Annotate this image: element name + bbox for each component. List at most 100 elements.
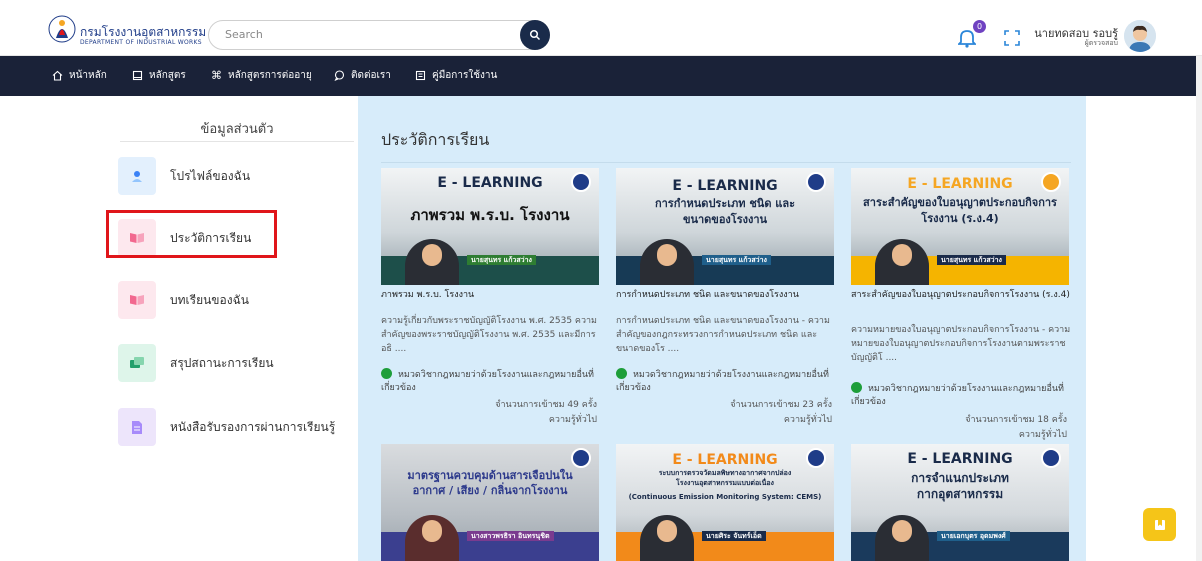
instructor-name: นายสุนทร แก้วสว่าง (467, 255, 536, 265)
banner-title: การจำแนกประเภทกากอุตสาหกรรม (911, 471, 1009, 501)
sidebar-item-label: บทเรียนของฉัน (170, 292, 249, 307)
course-thumbnail[interactable]: E - LEARNING ระบบการตรวจวัดมลพิษทางอากาศ… (616, 444, 834, 561)
main-nav: หน้าหลัก หลักสูตร ⌘ หลักสูตรการต่ออายุ ต… (0, 56, 1198, 96)
instructor-photo (875, 515, 929, 561)
course-thumbnail[interactable]: E - LEARNING ภาพรวม พ.ร.บ. โรงงาน นายสุน… (381, 168, 599, 285)
nav-item-label: หน้าหลัก (69, 70, 107, 81)
sidebar-heading: ข้อมูลส่วนตัว (200, 122, 274, 137)
book-open-icon (118, 281, 156, 319)
brand-name-english: DEPARTMENT OF INDUSTRIAL WORKS (80, 39, 202, 46)
profile-icon (118, 157, 156, 195)
instructor-photo (640, 515, 694, 561)
page-title: ประวัติการเรียน (381, 130, 490, 149)
nav-item-home[interactable]: หน้าหลัก (52, 68, 107, 83)
dept-seal-icon (806, 448, 826, 468)
e-learning-label: E - LEARNING (907, 451, 1013, 467)
course-thumbnail[interactable]: E - LEARNING สาระสำคัญของใบอนุญาตประกอบก… (851, 168, 1069, 285)
highlight-box (106, 210, 277, 258)
course-description: ความรู้เกี่ยวกับพระราชบัญญัติโรงงาน พ.ศ.… (381, 316, 597, 354)
course-thumbnail[interactable]: E - LEARNING การจำแนกประเภทกากอุตสาหกรรม… (851, 444, 1069, 561)
nav-item-contact[interactable]: ติดต่อเรา (334, 68, 391, 83)
e-learning-label: E - LEARNING (907, 176, 1013, 192)
course-level: ความรู้ทั่วไป (783, 415, 832, 425)
avatar[interactable] (1124, 20, 1156, 52)
book-icon (132, 70, 143, 81)
user-role: ผู้ตรวจสอบ (1084, 39, 1118, 47)
course-views: จำนวนการเข้าชม 18 ครั้ง (965, 415, 1067, 425)
document-icon (118, 408, 156, 446)
search-button[interactable] (520, 20, 550, 50)
nav-item-renewal-courses[interactable]: ⌘ หลักสูตรการต่ออายุ (211, 68, 312, 83)
search-box[interactable]: Search (208, 20, 550, 50)
page-scrollbar[interactable] (1196, 56, 1202, 561)
bookmark-icon (1154, 519, 1165, 530)
nav-item-label: หลักสูตร (149, 70, 186, 81)
search-icon (529, 29, 541, 41)
category-dot-icon (851, 382, 862, 393)
nav-item-manual[interactable]: คู่มือการใช้งาน (415, 68, 497, 83)
course-thumbnail[interactable]: มาตรฐานควบคุมด้านสารเจือปนในอากาศ / เสีย… (381, 444, 599, 561)
course-views: จำนวนการเข้าชม 49 ครั้ง (495, 400, 597, 410)
instructor-photo (405, 515, 459, 561)
nav-item-label: คู่มือการใช้งาน (432, 70, 498, 81)
home-icon (52, 70, 63, 81)
chat-icon (118, 344, 156, 382)
bell-icon[interactable] (958, 28, 976, 48)
course-description: ความหมายของใบอนุญาตประกอบกิจการโรงงาน - … (851, 325, 1071, 363)
nav-item-courses[interactable]: หลักสูตร (132, 68, 186, 83)
manual-icon (415, 70, 426, 81)
banner-title: ภาพรวม พ.ร.บ. โรงงาน (410, 206, 570, 224)
course-category: หมวดวิชากฎหมายว่าด้วยโรงงานและกฎหมายอื่น… (381, 368, 594, 393)
course-thumbnail[interactable]: E - LEARNING การกำหนดประเภท ชนิด และขนาด… (616, 168, 834, 285)
search-input[interactable]: Search (225, 28, 263, 41)
category-dot-icon (381, 368, 392, 379)
course-level: ความรู้ทั่วไป (1018, 430, 1067, 440)
banner-title: สาระสำคัญของใบอนุญาตประกอบกิจการโรงงาน (… (863, 196, 1057, 225)
sidebar-item-profile[interactable]: โปรไฟล์ของฉัน (118, 154, 358, 198)
sidebar-divider (120, 141, 354, 142)
e-learning-label: E - LEARNING (672, 178, 778, 194)
course-title[interactable]: สาระสำคัญของใบอนุญาตประกอบกิจการโรงงาน (… (851, 288, 1073, 302)
sidebar-item-label: สรุปสถานะการเรียน (170, 355, 274, 370)
instructor-photo (640, 239, 694, 285)
notification-badge: 0 (973, 20, 986, 33)
chat-icon (334, 70, 345, 81)
dept-logo-icon[interactable] (48, 14, 76, 44)
banner-title: มาตรฐานควบคุมด้านสารเจือปนในอากาศ / เสีย… (407, 469, 573, 497)
dept-seal-icon (571, 172, 591, 192)
sidebar-item-learning-summary[interactable]: สรุปสถานะการเรียน (118, 341, 358, 385)
user-avatar-icon (1124, 20, 1156, 52)
sidebar-item-my-lessons[interactable]: บทเรียนของฉัน (118, 278, 358, 322)
nav-item-label: ติดต่อเรา (351, 70, 391, 81)
course-description: การกำหนดประเภท ชนิด และขนาดของโรงงาน - ค… (616, 316, 830, 354)
sidebar-item-label: โปรไฟล์ของฉัน (170, 168, 251, 183)
dept-seal-icon (571, 448, 591, 468)
e-learning-label: E - LEARNING (437, 175, 543, 191)
course-title[interactable]: ภาพรวม พ.ร.บ. โรงงาน (381, 288, 603, 302)
sidebar-item-certificate[interactable]: หนังสือรับรองการผ่านการเรียนรู้ (118, 405, 358, 449)
dept-seal-icon (1041, 172, 1061, 192)
dept-seal-icon (806, 172, 826, 192)
nav-item-label: หลักสูตรการต่ออายุ (228, 70, 312, 81)
instructor-name: นายศิระ จันทร์เอ็ด (702, 531, 766, 541)
banner-title: การกำหนดประเภท ชนิด และขนาดของโรงงาน (654, 197, 796, 226)
banner-title: ระบบการตรวจวัดมลพิษทางอากาศจากปล่องโรงงา… (658, 469, 792, 487)
dept-seal-icon (1041, 448, 1061, 468)
sidebar-item-label: หนังสือรับรองการผ่านการเรียนรู้ (170, 419, 336, 434)
e-learning-label: E - LEARNING (672, 452, 778, 468)
course-level: ความรู้ทั่วไป (548, 415, 597, 425)
instructor-name: นายสุนทร แก้วสว่าง (702, 255, 771, 265)
fullscreen-icon[interactable] (1004, 30, 1020, 46)
floating-action-button[interactable] (1143, 508, 1176, 541)
top-bar: กรมโรงงานอุตสาหกรรม DEPARTMENT OF INDUST… (0, 0, 1202, 56)
course-views: จำนวนการเข้าชม 23 ครั้ง (730, 400, 832, 410)
title-divider (381, 162, 1071, 163)
category-dot-icon (616, 368, 627, 379)
course-title[interactable]: การกำหนดประเภท ชนิด และขนาดของโรงงาน (616, 288, 838, 302)
instructor-photo (875, 239, 929, 285)
instructor-photo (405, 239, 459, 285)
instructor-name: นายสุนทร แก้วสว่าง (937, 255, 1006, 265)
instructor-name: นายเอกบุตร อุดมพงศ์ (937, 531, 1010, 541)
banner-subtitle: (Continuous Emission Monitoring System: … (628, 493, 822, 501)
course-category: หมวดวิชากฎหมายว่าด้วยโรงงานและกฎหมายอื่น… (616, 368, 829, 393)
